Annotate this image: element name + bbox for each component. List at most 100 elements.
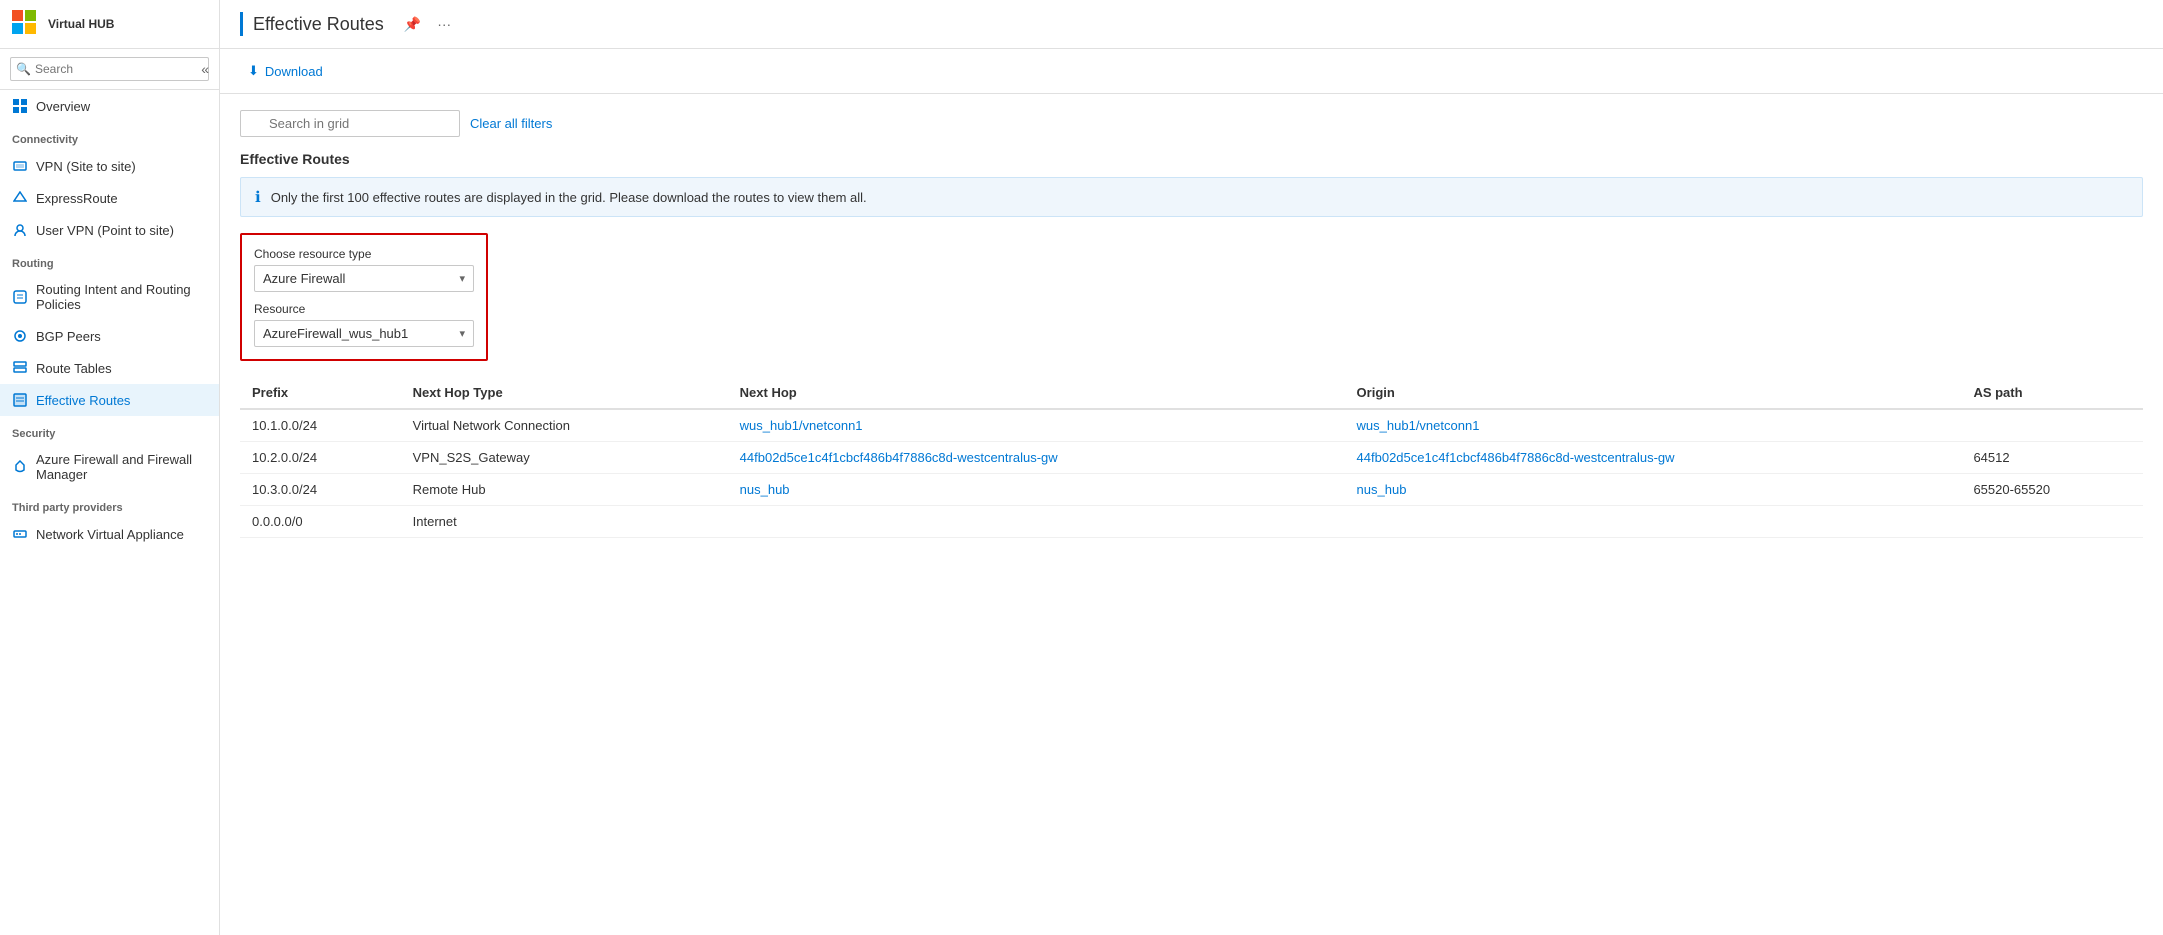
table-header-row: Prefix Next Hop Type Next Hop Origin AS …: [240, 377, 2143, 409]
next-hop-link[interactable]: 44fb02d5ce1c4f1cbcf486b4f7886c8d-westcen…: [740, 450, 1058, 465]
next-hop-link[interactable]: nus_hub: [740, 482, 790, 497]
cell-as-path: 65520-65520: [1961, 474, 2143, 506]
section-connectivity: Connectivity: [0, 122, 219, 150]
sidebar-item-nva[interactable]: Network Virtual Appliance: [0, 518, 219, 550]
resource-type-value: Azure Firewall: [263, 271, 345, 286]
header-border-accent: [240, 12, 243, 36]
vpn-icon: [12, 158, 28, 174]
header-actions: 📌 ···: [400, 14, 455, 35]
resource-label: Resource: [254, 302, 474, 316]
azure-firewall-icon: [12, 459, 28, 475]
resource-selector-box: Choose resource type Azure Firewall ▾ Re…: [240, 233, 488, 361]
resource-type-label: Choose resource type: [254, 247, 474, 261]
cell-prefix: 10.1.0.0/24: [240, 409, 401, 442]
cell-prefix: 0.0.0.0/0: [240, 506, 401, 538]
sidebar-item-label: Network Virtual Appliance: [36, 527, 184, 542]
sidebar-item-routetables[interactable]: Route Tables: [0, 352, 219, 384]
cell-next-hop[interactable]: 44fb02d5ce1c4f1cbcf486b4f7886c8d-westcen…: [728, 442, 1345, 474]
sidebar-item-expressroute[interactable]: ExpressRoute: [0, 182, 219, 214]
info-icon: ℹ: [255, 188, 261, 206]
cell-origin[interactable]: 44fb02d5ce1c4f1cbcf486b4f7886c8d-westcen…: [1345, 442, 1962, 474]
sidebar-search-wrapper: 🔍 «: [0, 49, 219, 90]
sidebar-item-label: Routing Intent and Routing Policies: [36, 282, 207, 312]
sidebar-item-overview[interactable]: Overview: [0, 90, 219, 122]
cell-next-hop-type: VPN_S2S_Gateway: [401, 442, 728, 474]
routing-intent-icon: [12, 289, 28, 305]
table-row: 10.3.0.0/24Remote Hub nus_hub nus_hub 65520…: [240, 474, 2143, 506]
origin-link[interactable]: wus_hub1/vnetconn1: [1357, 418, 1480, 433]
sidebar-item-routingintent[interactable]: Routing Intent and Routing Policies: [0, 274, 219, 320]
next-hop-link[interactable]: wus_hub1/vnetconn1: [740, 418, 863, 433]
col-next-hop: Next Hop: [728, 377, 1345, 409]
cell-prefix: 10.3.0.0/24: [240, 474, 401, 506]
clear-filters-button[interactable]: Clear all filters: [470, 116, 552, 131]
download-button[interactable]: ⬇ Download: [240, 59, 331, 83]
nva-icon: [12, 526, 28, 542]
resource-type-dropdown[interactable]: Azure Firewall ▾: [254, 265, 474, 292]
pin-button[interactable]: 📌: [400, 14, 425, 35]
cell-as-path: [1961, 409, 2143, 442]
chevron-down-icon: ▾: [459, 327, 465, 340]
cell-next-hop[interactable]: wus_hub1/vnetconn1: [728, 409, 1345, 442]
sidebar-search-input[interactable]: [10, 57, 209, 81]
user-vpn-icon: [12, 222, 28, 238]
section-title: Effective Routes: [240, 151, 2143, 167]
app-icon: [12, 10, 40, 38]
sidebar-item-bgp[interactable]: BGP Peers: [0, 320, 219, 352]
search-grid-wrapper: 🔍: [240, 110, 460, 137]
col-as-path: AS path: [1961, 377, 2143, 409]
sidebar-item-uservpn[interactable]: User VPN (Point to site): [0, 214, 219, 246]
app-title: Virtual HUB: [48, 17, 114, 31]
col-origin: Origin: [1345, 377, 1962, 409]
sidebar-item-label: ExpressRoute: [36, 191, 118, 206]
cell-next-hop-type: Virtual Network Connection: [401, 409, 728, 442]
route-tables-icon: [12, 360, 28, 376]
cell-as-path: [1961, 506, 2143, 538]
cell-next-hop[interactable]: nus_hub: [728, 474, 1345, 506]
sidebar-item-vpn[interactable]: VPN (Site to site): [0, 150, 219, 182]
section-thirdparty: Third party providers: [0, 490, 219, 518]
express-route-icon: [12, 190, 28, 206]
table-row: 0.0.0.0/0Internet: [240, 506, 2143, 538]
overview-icon: [12, 98, 28, 114]
sidebar-item-effectiveroutes[interactable]: Effective Routes: [0, 384, 219, 416]
sidebar-item-label: Effective Routes: [36, 393, 130, 408]
origin-link[interactable]: 44fb02d5ce1c4f1cbcf486b4f7886c8d-westcen…: [1357, 450, 1675, 465]
filter-bar: 🔍 Clear all filters: [240, 110, 2143, 137]
origin-link[interactable]: nus_hub: [1357, 482, 1407, 497]
cell-origin: [1345, 506, 1962, 538]
table-row: 10.1.0.0/24Virtual Network Connection wus…: [240, 409, 2143, 442]
sidebar-item-label: Route Tables: [36, 361, 112, 376]
page-title: Effective Routes: [253, 14, 384, 35]
cell-prefix: 10.2.0.0/24: [240, 442, 401, 474]
cell-as-path: 64512: [1961, 442, 2143, 474]
content-area: 🔍 Clear all filters Effective Routes ℹ O…: [220, 94, 2163, 935]
routes-table: Prefix Next Hop Type Next Hop Origin AS …: [240, 377, 2143, 538]
info-banner: ℹ Only the first 100 effective routes ar…: [240, 177, 2143, 217]
download-icon: ⬇: [248, 63, 259, 79]
sidebar-item-label: Overview: [36, 99, 90, 114]
toolbar: ⬇ Download: [220, 49, 2163, 94]
cell-origin[interactable]: wus_hub1/vnetconn1: [1345, 409, 1962, 442]
section-routing: Routing: [0, 246, 219, 274]
effective-routes-icon: [12, 392, 28, 408]
cell-origin[interactable]: nus_hub: [1345, 474, 1962, 506]
resource-dropdown[interactable]: AzureFirewall_wus_hub1 ▾: [254, 320, 474, 347]
sidebar-nav: Overview Connectivity VPN (Site to site)…: [0, 90, 219, 935]
sidebar-item-label: VPN (Site to site): [36, 159, 136, 174]
sidebar-item-azurefirewall[interactable]: Azure Firewall and Firewall Manager: [0, 444, 219, 490]
sidebar-header: Virtual HUB: [0, 0, 219, 49]
info-message: Only the first 100 effective routes are …: [271, 190, 867, 205]
cell-next-hop-type: Remote Hub: [401, 474, 728, 506]
search-grid-input[interactable]: [240, 110, 460, 137]
bgp-icon: [12, 328, 28, 344]
table-row: 10.2.0.0/24VPN_S2S_Gateway 44fb02d5ce1c4f…: [240, 442, 2143, 474]
section-security: Security: [0, 416, 219, 444]
sidebar-item-label: User VPN (Point to site): [36, 223, 174, 238]
sidebar-search-icon: 🔍: [16, 62, 31, 76]
sidebar-item-label: Azure Firewall and Firewall Manager: [36, 452, 207, 482]
sidebar-item-label: BGP Peers: [36, 329, 101, 344]
sidebar-collapse-button[interactable]: «: [201, 61, 209, 77]
more-button[interactable]: ···: [433, 14, 455, 34]
cell-next-hop: [728, 506, 1345, 538]
